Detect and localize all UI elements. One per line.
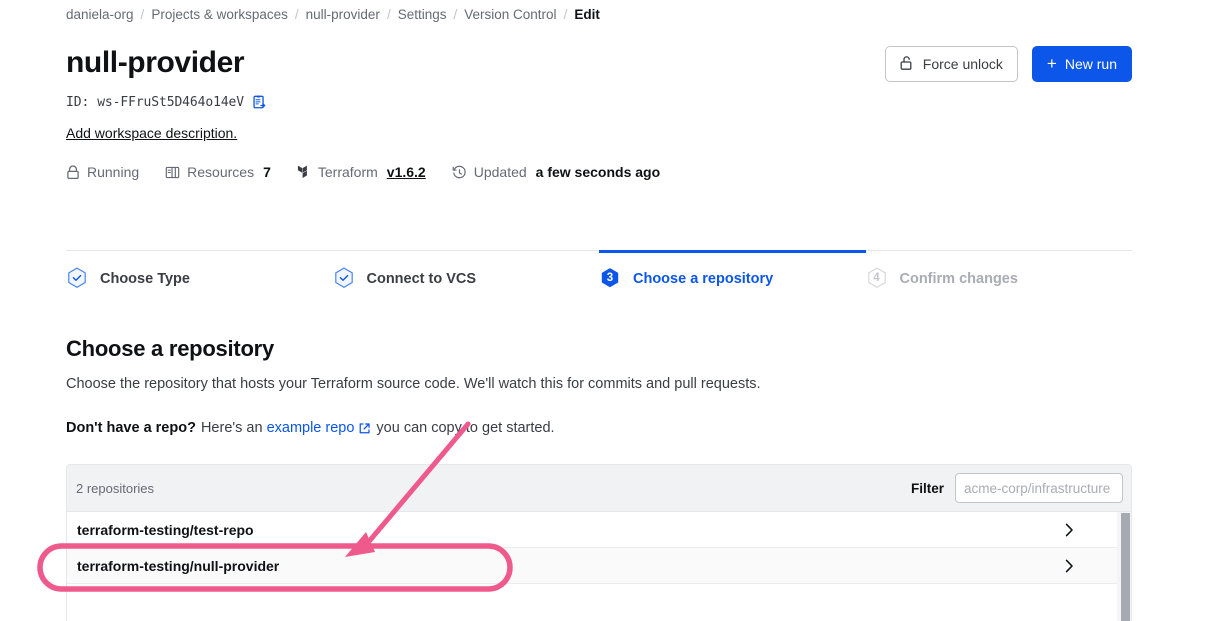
breadcrumb: daniela-org / Projects & workspaces / nu…: [66, 6, 600, 24]
workspace-resources: Resources 7: [165, 164, 271, 180]
header-actions: Force unlock + New run: [885, 46, 1132, 82]
workspace-updated: Updated a few seconds ago: [452, 164, 660, 180]
repository-row-empty: [67, 584, 1131, 620]
repository-row-test-repo[interactable]: terraform-testing/test-repo: [67, 512, 1131, 548]
step-complete-icon: [66, 267, 88, 291]
step-complete-icon: [333, 267, 355, 291]
force-unlock-button[interactable]: Force unlock: [885, 46, 1018, 82]
step-label: Connect to VCS: [367, 271, 477, 287]
step-choose-a-repository[interactable]: 3 Choose a repository: [599, 250, 866, 304]
external-link-icon[interactable]: [358, 422, 371, 435]
step-confirm-changes[interactable]: 4 Confirm changes: [866, 250, 1133, 304]
workspace-resources-count: 7: [263, 164, 271, 180]
repository-count: 2 repositories: [76, 481, 154, 496]
add-workspace-description-link[interactable]: Add workspace description.: [66, 125, 237, 141]
repository-panel: 2 repositories Filter terraform-testing/…: [66, 464, 1132, 621]
workspace-updated-label: Updated: [474, 164, 527, 180]
repository-row-null-provider[interactable]: terraform-testing/null-provider: [67, 548, 1131, 584]
step-number-badge: 4: [866, 267, 888, 291]
breadcrumb-item-org[interactable]: daniela-org: [66, 6, 134, 24]
breadcrumb-item-settings[interactable]: Settings: [398, 6, 447, 24]
step-label: Choose a repository: [633, 271, 773, 287]
workspace-version-control-edit-page: daniela-org / Projects & workspaces / nu…: [0, 0, 1223, 621]
plus-icon: +: [1047, 55, 1057, 72]
repository-panel-header: 2 repositories Filter: [67, 465, 1131, 512]
workspace-terraform-label: Terraform: [318, 164, 378, 180]
repository-list-scrollbar-thumb[interactable]: [1121, 513, 1130, 621]
workspace-status: Running: [66, 164, 139, 180]
new-run-label: New run: [1065, 56, 1117, 72]
unlock-icon: [900, 55, 915, 74]
breadcrumb-separator: /: [564, 6, 568, 24]
chevron-right-icon: [1065, 559, 1074, 573]
no-repo-hint-post: you can copy to get started.: [376, 420, 554, 436]
new-run-button[interactable]: + New run: [1032, 46, 1132, 82]
no-repo-hint-bold: Don't have a repo?: [66, 420, 196, 436]
step-number: 3: [607, 273, 613, 285]
page-title: null-provider: [66, 44, 244, 82]
workspace-id-label: ID:: [66, 95, 89, 110]
breadcrumb-item-edit: Edit: [574, 6, 600, 24]
breadcrumb-separator: /: [295, 6, 299, 24]
step-connect-to-vcs[interactable]: Connect to VCS: [333, 250, 600, 304]
step-number: 4: [873, 273, 879, 285]
resources-icon: [165, 165, 180, 180]
chevron-right-icon: [1065, 523, 1074, 537]
breadcrumb-item-workspace[interactable]: null-provider: [306, 6, 380, 24]
repository-name: terraform-testing/null-provider: [77, 558, 279, 574]
repository-filter: Filter: [911, 473, 1123, 503]
repository-list: terraform-testing/test-repo terraform-te…: [67, 512, 1131, 620]
workspace-id-value: ws-FFruSt5D464o14eV: [97, 95, 244, 110]
workspace-status-label: Running: [87, 164, 139, 180]
workspace-resources-label: Resources: [187, 164, 254, 180]
wizard-stepper: Choose Type Connect to VCS 3 Choose a re…: [66, 250, 1132, 304]
example-repo-link[interactable]: example repo: [267, 420, 355, 436]
breadcrumb-separator: /: [141, 6, 145, 24]
workspace-meta: Running Resources 7 Terraform: [66, 164, 660, 180]
step-choose-type[interactable]: Choose Type: [66, 250, 333, 304]
breadcrumb-separator: /: [453, 6, 457, 24]
repository-name: terraform-testing/test-repo: [77, 522, 254, 538]
force-unlock-label: Force unlock: [923, 56, 1003, 72]
breadcrumb-item-version-control[interactable]: Version Control: [464, 6, 556, 24]
step-label: Choose Type: [100, 271, 190, 287]
clock-icon: [452, 165, 467, 180]
step-number-badge: 3: [599, 267, 621, 291]
workspace-terraform-version: Terraform v1.6.2: [297, 164, 426, 180]
workspace-id: ID: ws-FFruSt5D464o14eV: [66, 95, 267, 110]
section-heading: Choose a repository: [66, 336, 274, 362]
copy-icon[interactable]: [252, 95, 267, 110]
filter-input[interactable]: [955, 473, 1123, 503]
lock-icon: [66, 165, 80, 180]
section-subtitle: Choose the repository that hosts your Te…: [66, 376, 761, 392]
breadcrumb-separator: /: [387, 6, 391, 24]
filter-label: Filter: [911, 481, 944, 496]
workspace-updated-value: a few seconds ago: [536, 164, 660, 180]
step-label: Confirm changes: [900, 271, 1018, 287]
terraform-icon: [297, 164, 311, 180]
no-repo-hint-pre: Here's an: [201, 420, 263, 436]
breadcrumb-item-projects[interactable]: Projects & workspaces: [151, 6, 288, 24]
workspace-terraform-version-link[interactable]: v1.6.2: [387, 164, 426, 180]
no-repo-hint: Don't have a repo? Here's an example rep…: [66, 420, 555, 436]
page-header: null-provider Force unlock + New run: [66, 44, 1132, 82]
